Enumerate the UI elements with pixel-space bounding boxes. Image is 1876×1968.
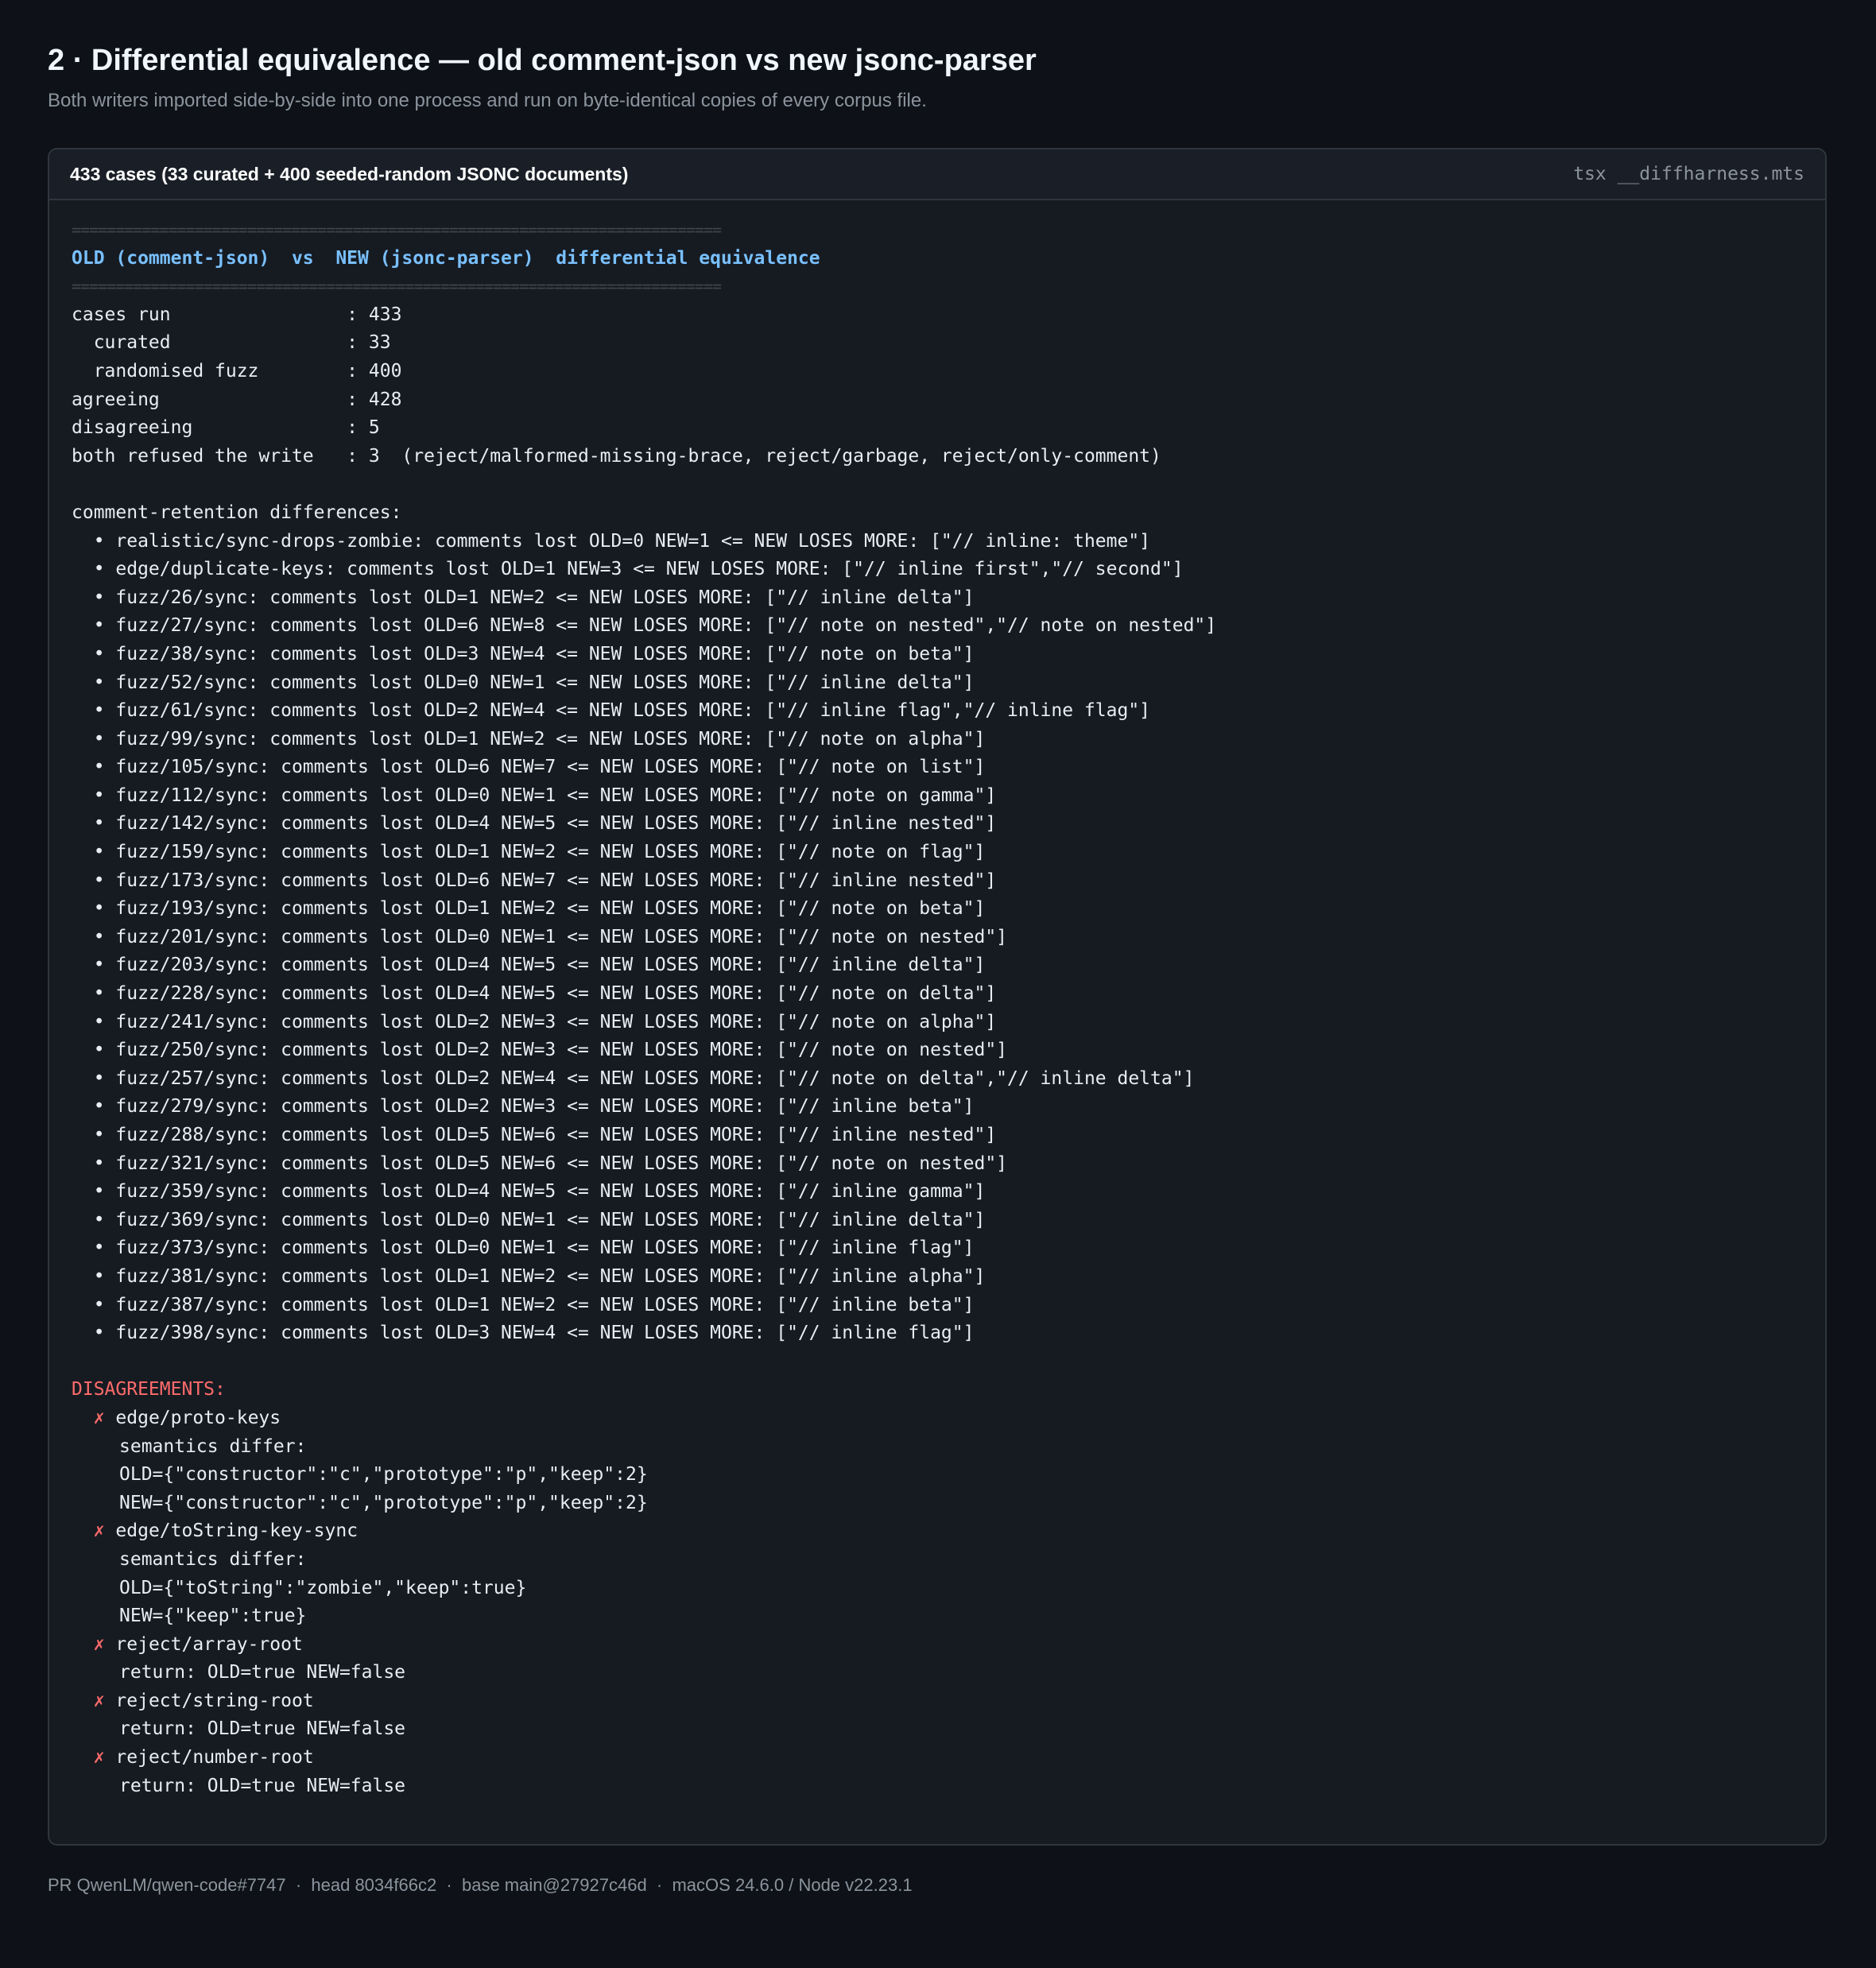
retention-item: • fuzz/359/sync: comments lost OLD=4 NEW… [72,1181,986,1203]
disagreement-detail: NEW={"keep":true} [119,1606,307,1627]
retention-item: • fuzz/228/sync: comments lost OLD=4 NEW… [72,983,997,1005]
retention-item: • fuzz/112/sync: comments lost OLD=0 NEW… [72,784,997,806]
stat-line: both refused the write : 3 (reject/malfo… [72,445,1161,467]
stat-line: cases run : 433 [72,304,402,325]
retention-item: • fuzz/142/sync: comments lost OLD=4 NEW… [72,813,997,835]
retention-item: • fuzz/321/sync: comments lost OLD=5 NEW… [72,1153,1008,1174]
cross-icon: ✗ [93,1407,105,1428]
cross-icon: ✗ [93,1521,105,1542]
disagreement-detail: return: OLD=true NEW=false [119,1775,406,1796]
retention-item: • fuzz/387/sync: comments lost OLD=1 NEW… [72,1294,975,1315]
retention-item: • fuzz/173/sync: comments lost OLD=6 NEW… [72,870,997,891]
disagreement-name: reject/array-root [115,1633,303,1655]
disagreement-name: reject/number-root [115,1747,314,1768]
retention-item: • fuzz/257/sync: comments lost OLD=2 NEW… [72,1067,1195,1089]
stat-line: curated : 33 [72,332,391,354]
terminal-panel: 433 cases (33 curated + 400 seeded-rando… [48,148,1827,1846]
terminal-output[interactable]: ========================================… [49,200,1825,1816]
disagreements-heading: DISAGREEMENTS: [72,1379,226,1400]
retention-item: • fuzz/279/sync: comments lost OLD=2 NEW… [72,1096,975,1118]
report-page: 2 · Differential equivalence — old comme… [0,0,1876,1968]
retention-item: • fuzz/27/sync: comments lost OLD=6 NEW=… [72,615,1217,637]
retention-item: • fuzz/369/sync: comments lost OLD=0 NEW… [72,1209,986,1230]
retention-item: • fuzz/99/sync: comments lost OLD=1 NEW=… [72,728,986,750]
retention-heading: comment-retention differences: [72,502,402,523]
disagreement-name: reject/string-root [115,1690,314,1711]
retention-item: • fuzz/61/sync: comments lost OLD=2 NEW=… [72,700,1151,722]
disagreement-item: ✗ reject/array-root [72,1631,1803,1660]
disagreement-detail: return: OLD=true NEW=false [119,1662,406,1683]
section-title: 2 · Differential equivalence — old comme… [48,44,1037,77]
retention-item: • realistic/sync-drops-zombie: comments … [72,530,1151,552]
disagreement-detail: semantics differ: [119,1435,307,1457]
retention-item: • fuzz/38/sync: comments lost OLD=3 NEW=… [72,643,975,664]
panel-title: 433 cases (33 curated + 400 seeded-rando… [70,163,629,184]
output-heading: OLD (comment-json) vs NEW (jsonc-parser)… [72,247,820,269]
retention-item: • fuzz/373/sync: comments lost OLD=0 NEW… [72,1238,975,1259]
cross-icon: ✗ [93,1747,105,1768]
retention-item: • fuzz/105/sync: comments lost OLD=6 NEW… [72,757,986,778]
panel-command: tsx __diffharness.mts [1573,164,1804,184]
disagreement-detail: return: OLD=true NEW=false [119,1718,406,1740]
disagreement-item: ✗ reject/string-root [72,1687,1803,1716]
section-subtitle: Both writers imported side-by-side into … [48,90,927,111]
disagreement-name: edge/proto-keys [115,1407,281,1428]
rule-bottom: ========================================… [72,277,722,296]
retention-item: • fuzz/203/sync: comments lost OLD=4 NEW… [72,955,986,976]
stat-line: agreeing : 428 [72,389,402,410]
cross-icon: ✗ [93,1690,105,1711]
retention-item: • fuzz/398/sync: comments lost OLD=3 NEW… [72,1323,975,1344]
retention-item: • fuzz/26/sync: comments lost OLD=1 NEW=… [72,587,975,608]
retention-item: • fuzz/201/sync: comments lost OLD=0 NEW… [72,926,1008,947]
panel-header: 433 cases (33 curated + 400 seeded-rando… [49,149,1825,200]
disagreement-detail: OLD={"toString":"zombie","keep":true} [119,1577,527,1598]
retention-item: • fuzz/52/sync: comments lost OLD=0 NEW=… [72,672,975,693]
disagreement-item: ✗ reject/number-root [72,1744,1803,1772]
retention-item: • fuzz/250/sync: comments lost OLD=2 NEW… [72,1040,1008,1061]
retention-list: • realistic/sync-drops-zombie: comments … [72,528,1803,1348]
cross-icon: ✗ [93,1633,105,1655]
retention-item: • fuzz/288/sync: comments lost OLD=5 NEW… [72,1125,997,1145]
stat-line: randomised fuzz : 400 [72,360,402,382]
stat-line: disagreeing : 5 [72,417,380,439]
rule-top: ========================================… [72,220,722,239]
retention-item: • edge/duplicate-keys: comments lost OLD… [72,559,1184,580]
disagreement-detail: OLD={"constructor":"c","prototype":"p","… [119,1464,648,1486]
disagreement-item: ✗ edge/toString-key-sync [72,1517,1803,1546]
disagreement-detail: semantics differ: [119,1548,307,1570]
disagreement-list: ✗ edge/proto-keys semantics differ: OLD={"… [72,1404,1803,1800]
disagreement-detail: NEW={"constructor":"c","prototype":"p","… [119,1492,648,1513]
retention-item: • fuzz/381/sync: comments lost OLD=1 NEW… [72,1265,986,1287]
disagreement-item: ✗ edge/proto-keys [72,1404,1803,1433]
retention-item: • fuzz/241/sync: comments lost OLD=2 NEW… [72,1011,997,1032]
retention-item: • fuzz/159/sync: comments lost OLD=1 NEW… [72,842,986,863]
disagreement-name: edge/toString-key-sync [115,1521,359,1542]
retention-item: • fuzz/193/sync: comments lost OLD=1 NEW… [72,898,986,920]
footer-meta: PR QwenLM/qwen-code#7747 · head 8034f66c… [48,1875,913,1895]
